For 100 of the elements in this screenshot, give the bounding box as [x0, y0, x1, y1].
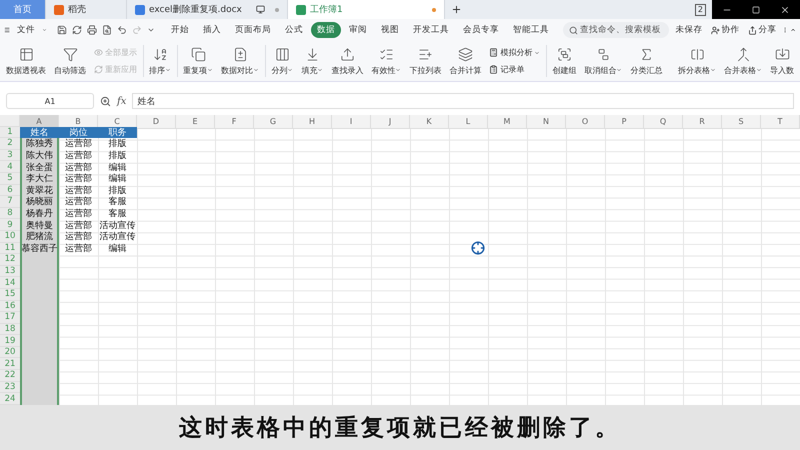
ribbon-button[interactable]: 导入数 — [766, 41, 798, 81]
search-icon — [569, 26, 578, 34]
row-number[interactable]: 2 — [0, 138, 20, 150]
tool-icon — [458, 46, 473, 62]
column-header[interactable]: J — [371, 115, 410, 129]
ribbon-tab[interactable]: 开发工具 — [407, 22, 456, 38]
row-number[interactable]: 14 — [0, 277, 20, 289]
column-header[interactable]: L — [449, 115, 488, 129]
ribbon-tab[interactable]: 审阅 — [343, 22, 374, 38]
function-label[interactable]: fx — [117, 96, 126, 106]
row-number[interactable]: 13 — [0, 266, 20, 278]
column-header[interactable]: D — [137, 115, 176, 129]
row-number[interactable]: 11 — [0, 242, 20, 254]
row-number[interactable]: 17 — [0, 312, 20, 324]
row-number[interactable]: 20 — [0, 346, 20, 358]
column-header[interactable]: R — [683, 115, 722, 129]
ribbon-tab[interactable]: 公式 — [279, 22, 310, 38]
column-header[interactable]: G — [254, 115, 293, 129]
ribbon-small-button[interactable]: 记录单 — [489, 64, 540, 75]
column-header[interactable]: H — [293, 115, 332, 129]
row-number[interactable]: 22 — [0, 370, 20, 382]
table-cell: 张全蛋 — [20, 161, 59, 173]
window-count[interactable]: 2 — [694, 4, 706, 16]
column-header[interactable]: I — [332, 115, 371, 129]
ribbon-button[interactable]: 自动筛选 — [50, 41, 90, 81]
column-header[interactable]: Q — [644, 115, 683, 129]
ribbon-button[interactable]: 查找录入 — [327, 41, 368, 81]
ribbon-button[interactable]: 数据对比 — [217, 41, 264, 81]
ribbon-button[interactable]: 合并计算 — [445, 41, 486, 81]
zoom-icon[interactable] — [100, 96, 111, 106]
tool-icon — [274, 46, 290, 62]
ribbon-tab[interactable]: 数据 — [311, 22, 342, 38]
column-header[interactable]: P — [605, 115, 644, 129]
ribbon-button[interactable]: 填充 — [297, 41, 328, 81]
row-number[interactable]: 3 — [0, 150, 20, 162]
file-icon — [296, 4, 306, 14]
undo-icon[interactable] — [117, 25, 128, 35]
ribbon-button[interactable]: 排序 — [145, 41, 176, 81]
tool-icon — [62, 46, 78, 62]
collaborate-button[interactable]: 协作 — [708, 24, 743, 36]
table-cell-text: 运营部 — [64, 150, 93, 162]
ribbon-button[interactable]: 拆分表格 — [674, 41, 720, 81]
row-number[interactable]: 21 — [0, 358, 20, 370]
preview-icon[interactable] — [102, 25, 112, 35]
document-tab[interactable]: 首页 — [0, 0, 46, 19]
row-number[interactable]: 16 — [0, 300, 20, 312]
ribbon-button[interactable]: 分列 — [267, 41, 298, 81]
search-field[interactable]: 查找命令、搜索模板 — [563, 22, 669, 38]
row-number[interactable]: 24 — [0, 393, 20, 405]
row-number[interactable]: 6 — [0, 184, 20, 196]
name-box[interactable]: A1 — [6, 93, 94, 109]
caret-icon[interactable] — [42, 26, 48, 34]
ribbon-button[interactable]: 有效性 — [367, 41, 406, 81]
column-header[interactable]: S — [722, 115, 761, 129]
tool-icon — [94, 65, 103, 74]
ribbon-tab[interactable]: 开始 — [165, 22, 196, 38]
row-number[interactable]: 15 — [0, 288, 20, 300]
column-header[interactable]: T — [761, 115, 800, 129]
share-button[interactable]: 分享 — [744, 24, 780, 36]
ribbon-tab[interactable]: 会员专享 — [457, 22, 506, 38]
row-number[interactable]: 19 — [0, 335, 20, 347]
ribbon-tab[interactable]: 视图 — [375, 22, 406, 38]
print-icon[interactable] — [87, 25, 98, 35]
row-number[interactable]: 9 — [0, 219, 20, 231]
column-header[interactable]: M — [488, 115, 527, 129]
document-tab[interactable]: 工作簿1 — [288, 0, 445, 19]
ribbon-button[interactable]: 分类汇总 — [626, 41, 666, 81]
ribbon-tab[interactable]: 插入 — [197, 22, 228, 38]
more-icon[interactable] — [782, 25, 788, 35]
menu-icon[interactable] — [4, 25, 10, 35]
column-header[interactable]: E — [176, 115, 215, 129]
row-number[interactable]: 10 — [0, 230, 20, 243]
ribbon-tab[interactable]: 页面布局 — [229, 22, 278, 38]
column-header[interactable]: N — [527, 115, 566, 129]
tool-icon — [232, 46, 248, 62]
ribbon-tab[interactable]: 智能工具 — [507, 22, 556, 38]
row-number[interactable]: 7 — [0, 196, 20, 208]
row-number[interactable]: 4 — [0, 161, 20, 173]
table-cell-text: 排版 — [108, 138, 128, 150]
formula-field[interactable]: 姓名 — [132, 93, 794, 109]
row-number[interactable]: 1 — [0, 126, 20, 138]
column-header[interactable]: O — [566, 115, 605, 129]
ribbon-button[interactable]: 取消组合 — [580, 41, 626, 81]
row-number[interactable]: 18 — [0, 324, 20, 336]
row-number[interactable]: 23 — [0, 382, 20, 394]
ribbon-button[interactable]: 合并表格 — [720, 41, 766, 81]
column-header[interactable]: K — [410, 115, 449, 129]
save-icon[interactable] — [57, 25, 68, 35]
ribbon-button[interactable]: 创建组 — [548, 41, 580, 81]
ribbon-button[interactable]: 重复项 — [179, 41, 218, 81]
row-number[interactable]: 5 — [0, 172, 20, 185]
column-header[interactable]: F — [215, 115, 254, 129]
ribbon-button[interactable]: 数据透视表 — [2, 41, 50, 81]
row-number[interactable]: 8 — [0, 208, 20, 220]
sync-icon[interactable] — [72, 25, 82, 35]
caret-icon[interactable] — [147, 26, 156, 34]
row-number[interactable]: 12 — [0, 254, 20, 266]
ribbon-button[interactable]: 下拉列表 — [405, 41, 446, 81]
file-menu[interactable]: 文件 — [12, 24, 40, 36]
ribbon-small-button[interactable]: 模拟分析 — [489, 47, 540, 58]
